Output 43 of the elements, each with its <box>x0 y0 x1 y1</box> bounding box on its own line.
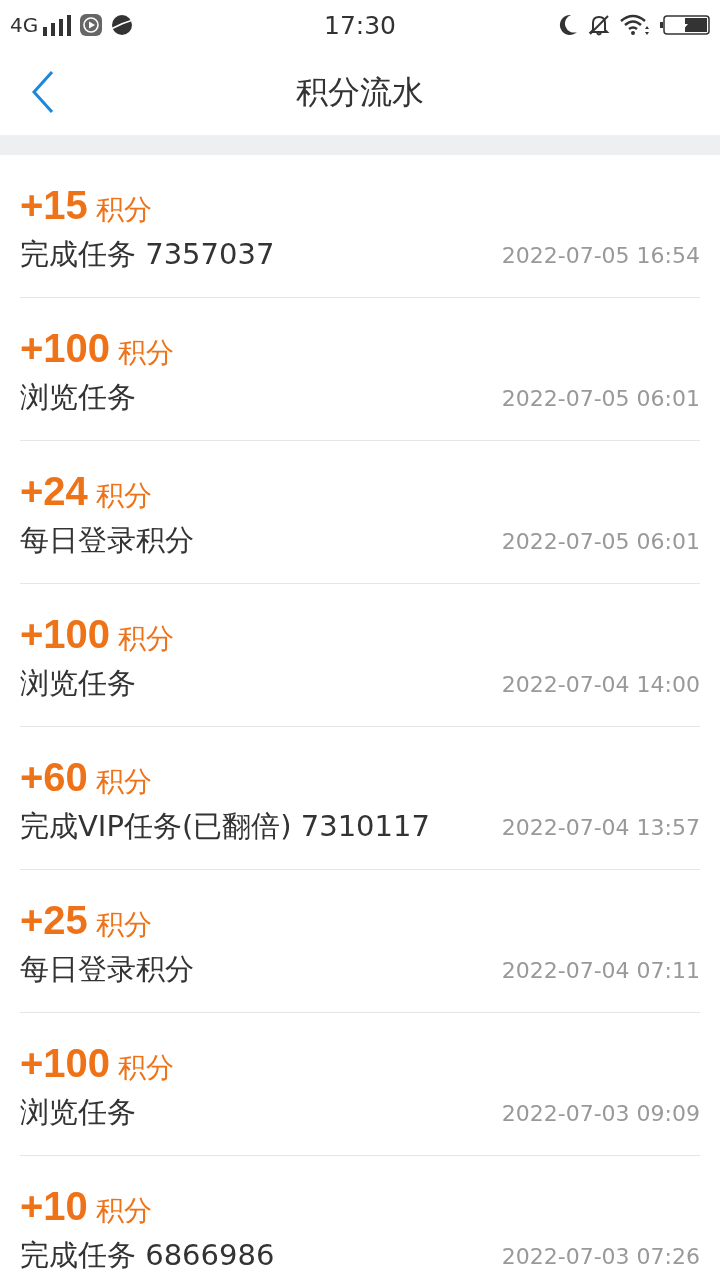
record-description: 浏览任务 <box>20 1094 136 1131</box>
record-time: 2022-07-05 06:01 <box>501 385 700 411</box>
record-description: 浏览任务 <box>20 379 136 416</box>
network-label: 4G <box>10 13 39 37</box>
clock: 17:30 <box>324 10 396 40</box>
wifi-icon <box>620 14 650 36</box>
points-unit: 积分 <box>95 478 152 514</box>
signal-icon <box>42 14 73 36</box>
record-time: 2022-07-04 14:00 <box>501 671 700 697</box>
muted-bell-icon <box>588 14 610 36</box>
points-amount: +25 <box>20 898 88 943</box>
record-description: 每日登录积分 <box>20 522 194 559</box>
record-time: 2022-07-03 09:09 <box>501 1100 700 1126</box>
record-description: 完成任务 7357037 <box>20 236 275 273</box>
points-amount: +60 <box>20 755 88 800</box>
record-description: 每日登录积分 <box>20 951 194 988</box>
record-time: 2022-07-04 07:11 <box>501 957 700 983</box>
points-amount: +24 <box>20 469 88 514</box>
points-amount: +100 <box>20 326 111 371</box>
record-description: 完成VIP任务(已翻倍) 7310117 <box>20 808 430 845</box>
points-unit: 积分 <box>95 907 152 943</box>
points-unit: 积分 <box>95 1193 152 1229</box>
record-time: 2022-07-05 16:54 <box>501 242 700 268</box>
points-amount: +100 <box>20 612 111 657</box>
record-time: 2022-07-04 13:57 <box>501 814 700 840</box>
planet-icon <box>110 14 135 36</box>
moon-icon <box>558 14 578 36</box>
record-time: 2022-07-05 06:01 <box>501 528 700 554</box>
points-unit: 积分 <box>118 1050 175 1086</box>
points-unit: 积分 <box>118 621 175 657</box>
points-unit: 积分 <box>95 192 152 228</box>
points-unit: 积分 <box>118 335 175 371</box>
record-time: 2022-07-03 07:26 <box>501 1243 700 1269</box>
points-amount: +100 <box>20 1041 111 1086</box>
back-button[interactable] <box>30 70 56 114</box>
points-amount: +15 <box>20 183 88 228</box>
battery-icon <box>660 14 710 36</box>
record-description: 浏览任务 <box>20 665 136 702</box>
play-icon <box>80 14 103 36</box>
points-unit: 积分 <box>95 764 152 800</box>
points-amount: +10 <box>20 1184 88 1229</box>
page-title: 积分流水 <box>296 71 424 113</box>
record-description: 完成任务 6866986 <box>20 1237 275 1274</box>
